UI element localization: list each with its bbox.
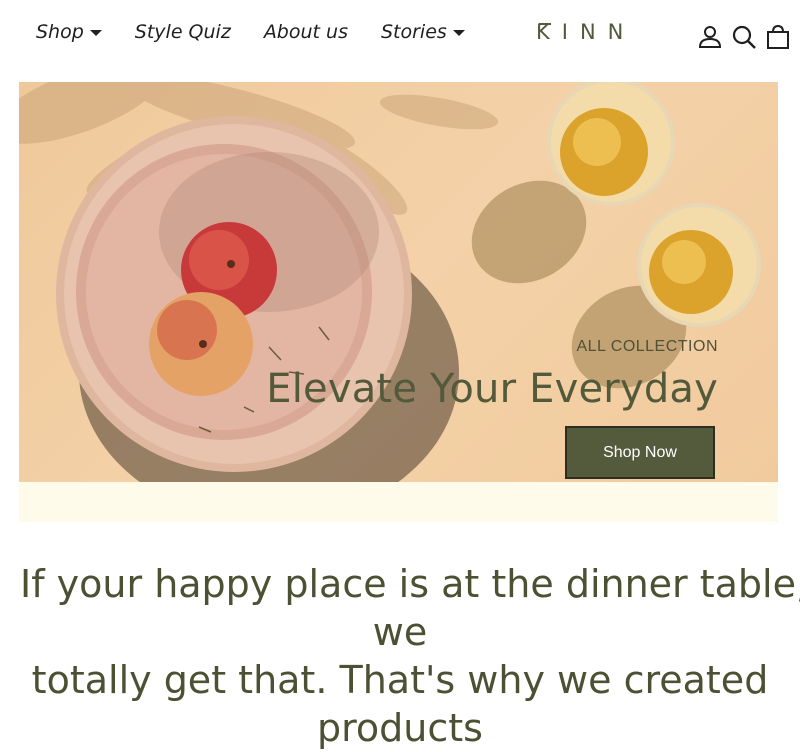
- cart-icon[interactable]: [765, 24, 791, 50]
- intro-line: totally get that. That's why we created: [31, 658, 769, 702]
- search-icon[interactable]: [731, 24, 757, 50]
- chevron-down-icon: [89, 30, 102, 36]
- nav-item-label: Style Quiz: [134, 21, 231, 43]
- nav-item-label: About us: [263, 21, 348, 43]
- hero-image: [19, 82, 761, 482]
- nav-item-shop[interactable]: Shop: [36, 18, 102, 46]
- intro-line: we: [372, 610, 428, 654]
- account-icon[interactable]: [697, 24, 723, 50]
- intro-line: If your happy place is at the dinner tab…: [20, 562, 800, 606]
- intro-line: products: [317, 706, 483, 750]
- header-icons: [697, 24, 791, 50]
- chevron-down-icon: [452, 30, 465, 36]
- nav-item-about-us[interactable]: About us: [264, 18, 348, 46]
- site-header: Shop Style Quiz About us Stories KINN: [0, 0, 800, 82]
- main-nav: Shop Style Quiz About us Stories: [36, 18, 465, 46]
- shop-now-button[interactable]: Shop Now: [565, 426, 715, 479]
- hero-banner: ALL COLLECTION Elevate Your Everyday Sho…: [19, 82, 778, 482]
- hero-subtitle: ALL COLLECTION: [576, 338, 718, 355]
- intro-text: If your happy place is at the dinner tab…: [20, 560, 800, 752]
- hero-title: Elevate Your Everyday: [266, 366, 718, 412]
- nav-item-style-quiz[interactable]: Style Quiz: [135, 18, 231, 46]
- brand-logo[interactable]: KINN: [536, 20, 635, 44]
- nav-item-stories[interactable]: Stories: [381, 18, 465, 46]
- nav-item-label: Stories: [380, 21, 447, 43]
- nav-item-label: Shop: [36, 21, 84, 43]
- hero-bottom-strip: [19, 482, 778, 522]
